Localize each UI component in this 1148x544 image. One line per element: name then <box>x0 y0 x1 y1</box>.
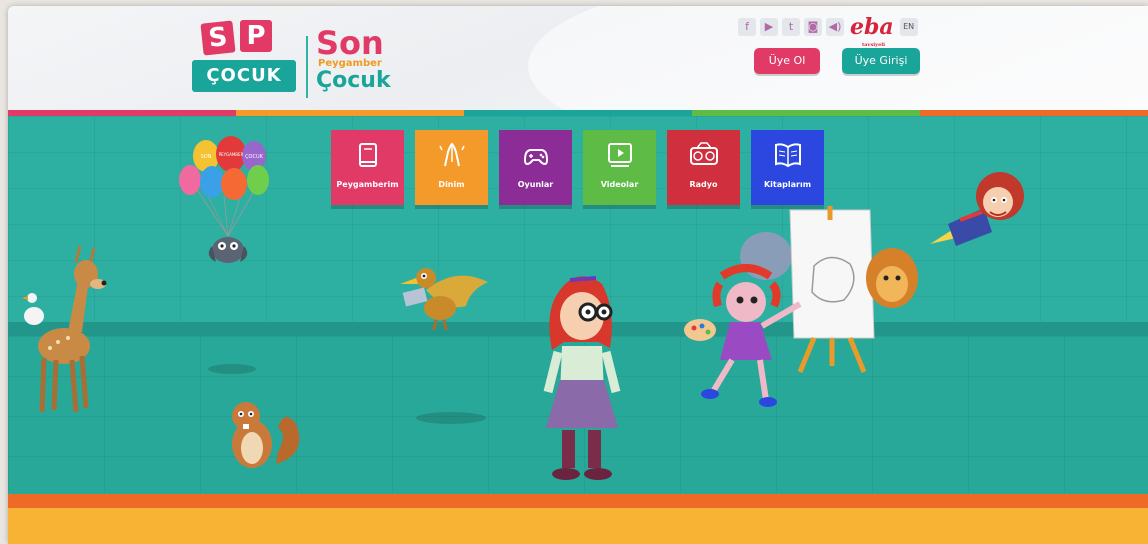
menu-item-label: Oyunlar <box>517 180 554 189</box>
logo-block-p: P <box>240 20 272 52</box>
social-links: f ▶ t ◙ ◀) eba tavsiyeli EN <box>738 16 918 48</box>
squirrel-illustration <box>232 402 300 468</box>
balloons-owl-illustration: SON PEYGAMBER ÇOCUK <box>179 136 269 263</box>
main-menu: Peygamberim Dinim Oyunlar Videolar Radyo… <box>331 130 824 205</box>
menu-item-oyunlar[interactable]: Oyunlar <box>499 130 572 205</box>
logo-divider <box>306 36 308 98</box>
deer-illustration <box>22 245 107 413</box>
balloon-text-son: SON <box>201 154 212 160</box>
login-button[interactable]: Üye Girişi <box>842 48 920 74</box>
scene-orange-band <box>8 494 1148 508</box>
language-switch[interactable]: EN <box>899 18 918 36</box>
instagram-icon[interactable]: ◙ <box>804 18 822 36</box>
register-button[interactable]: Üye Ol <box>754 48 820 74</box>
site-header: S P ÇOCUK Son Peygamber Çocuk f ▶ t ◙ ◀)… <box>8 6 1148 166</box>
menu-item-label: Peygamberim <box>336 180 399 189</box>
menu-item-label: Radyo <box>689 180 718 189</box>
bird-illustration <box>400 268 488 331</box>
girl-character-illustration <box>543 276 621 480</box>
facebook-icon[interactable]: f <box>738 18 756 36</box>
menu-item-label: Videolar <box>600 180 639 189</box>
menu-item-label: Kitaplarım <box>763 180 812 189</box>
menu-item-videolar[interactable]: Videolar <box>583 130 656 205</box>
logo-cocuk-text: Çocuk <box>316 68 391 93</box>
youtube-icon[interactable]: ▶ <box>760 18 778 36</box>
radio-icon[interactable]: ◀) <box>826 18 844 36</box>
scene-ground <box>8 508 1148 544</box>
logo-son-text: Son <box>316 24 384 62</box>
book-icon <box>358 143 377 167</box>
twitter-icon[interactable]: t <box>782 18 800 36</box>
menu-item-peygamberim[interactable]: Peygamberim <box>331 130 404 205</box>
menu-item-dinim[interactable]: Dinim <box>415 130 488 205</box>
eba-logo[interactable]: eba tavsiyeli <box>850 16 894 48</box>
page-frame: S P ÇOCUK Son Peygamber Çocuk f ▶ t ◙ ◀)… <box>8 6 1148 544</box>
logo-cocuk-badge: ÇOCUK <box>192 60 296 92</box>
shadow <box>416 412 486 424</box>
shadow <box>208 364 256 374</box>
balloon-text-cocuk: ÇOCUK <box>245 154 264 160</box>
balloon-text-peygamber: PEYGAMBER <box>219 152 244 157</box>
site-logo[interactable]: S P ÇOCUK Son Peygamber Çocuk <box>190 12 400 102</box>
menu-item-radyo[interactable]: Radyo <box>667 130 740 205</box>
praying-hands-icon <box>438 142 465 167</box>
video-play-icon <box>607 143 632 167</box>
menu-item-label: Dinim <box>438 180 465 189</box>
painter-scene-illustration <box>684 206 918 407</box>
menu-item-kitaplarim[interactable]: Kitaplarım <box>751 130 824 205</box>
logo-block-s: S <box>200 20 236 56</box>
open-book-icon <box>774 143 801 168</box>
gamepad-icon <box>523 149 548 165</box>
radio-icon <box>689 142 718 165</box>
flying-boy-illustration <box>930 172 1024 246</box>
